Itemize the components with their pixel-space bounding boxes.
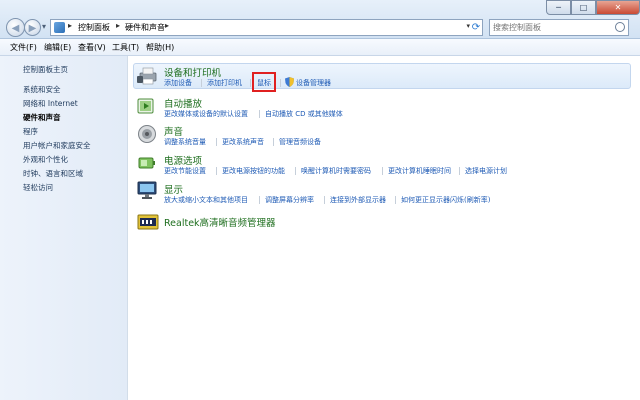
sidebar-item-user-accounts[interactable]: 用户帐户和家庭安全 — [23, 140, 91, 151]
breadcrumb-hardware-sound[interactable]: 硬件和声音 — [125, 22, 165, 33]
link-connect-external-display[interactable]: 连接到外部显示器 — [330, 195, 386, 205]
maximize-button[interactable]: □ — [571, 0, 596, 15]
sound-icon[interactable] — [137, 124, 157, 144]
link-adjust-resolution[interactable]: 调整屏幕分辨率 — [265, 195, 314, 205]
window-titlebar: ─ □ ✕ ◀ ▶ ▾ ▸ 控制面板 ▸ 硬件和声音 ▸ ▾ ⟳ — [0, 0, 640, 39]
realtek-icon[interactable] — [137, 213, 159, 231]
link-power-button-function[interactable]: 更改电源按钮的功能 — [222, 166, 285, 176]
category-title-autoplay[interactable]: 自动播放 — [164, 96, 202, 110]
category-title-power-options[interactable]: 电源选项 — [164, 153, 202, 167]
search-icon[interactable] — [615, 22, 625, 32]
breadcrumb-separator-icon[interactable]: ▸ — [165, 21, 169, 30]
forward-arrow-icon: ▶ — [28, 23, 37, 34]
link-change-media-defaults[interactable]: 更改媒体或设备的默认设置 — [164, 109, 248, 119]
refresh-button[interactable]: ⟳ — [468, 19, 484, 36]
breadcrumb-control-panel[interactable]: 控制面板 — [78, 22, 110, 33]
printer-icon[interactable] — [137, 65, 159, 85]
link-separator — [295, 167, 296, 175]
address-bar[interactable]: ▸ 控制面板 ▸ 硬件和声音 ▸ ▾ — [50, 19, 483, 36]
navigation-pane: 控制面板主页 系统和安全 网络和 Internet 硬件和声音 程序 用户帐户和… — [0, 56, 128, 400]
link-autoplay-cd[interactable]: 自动播放 CD 或其他媒体 — [265, 109, 343, 119]
close-button[interactable]: ✕ — [596, 0, 640, 15]
search-input[interactable] — [493, 21, 611, 34]
sidebar-item-appearance[interactable]: 外观和个性化 — [23, 154, 68, 165]
link-choose-power-plan[interactable]: 选择电源计划 — [465, 166, 507, 176]
link-change-power-saving[interactable]: 更改节能设置 — [164, 166, 206, 176]
link-require-password-wake[interactable]: 唤醒计算机时需要密码 — [301, 166, 371, 176]
control-panel-icon — [54, 22, 65, 33]
breadcrumb-separator-icon[interactable]: ▸ — [68, 21, 72, 30]
menu-help[interactable]: 帮助(H) — [146, 42, 174, 53]
link-separator — [250, 79, 251, 87]
link-separator — [273, 138, 274, 146]
link-separator — [259, 196, 260, 204]
menu-tools[interactable]: 工具(T) — [112, 42, 139, 53]
link-adjust-volume[interactable]: 调整系统音量 — [164, 137, 206, 147]
power-icon[interactable] — [137, 152, 157, 172]
menu-file[interactable]: 文件(F) — [10, 42, 37, 53]
sidebar-item-system-security[interactable]: 系统和安全 — [23, 84, 61, 95]
link-separator — [216, 167, 217, 175]
sidebar-item-hardware-sound: 硬件和声音 — [23, 113, 61, 122]
category-title-realtek-audio-manager[interactable]: Realtek高清晰音频管理器 — [164, 215, 276, 229]
back-button[interactable]: ◀ — [6, 18, 25, 37]
link-separator — [259, 110, 260, 118]
refresh-icon: ⟳ — [471, 22, 481, 33]
recent-pages-dropdown-icon[interactable]: ▾ — [42, 22, 46, 31]
link-add-printer[interactable]: 添加打印机 — [207, 78, 242, 88]
link-separator — [459, 167, 460, 175]
sidebar-item-programs[interactable]: 程序 — [23, 126, 38, 137]
link-separator — [280, 79, 281, 87]
link-fix-monitor-flicker[interactable]: 如何更正显示器闪烁(刷新率) — [401, 195, 490, 205]
link-separator — [395, 196, 396, 204]
minimize-button[interactable]: ─ — [546, 0, 571, 15]
sidebar-item-home[interactable]: 控制面板主页 — [23, 64, 68, 75]
link-manage-audio-devices[interactable]: 管理音频设备 — [279, 137, 321, 147]
display-icon[interactable] — [137, 180, 157, 200]
menu-view[interactable]: 查看(V) — [78, 42, 106, 53]
sidebar-item-clock-language[interactable]: 时钟、语言和区域 — [23, 168, 83, 179]
category-title-sound[interactable]: 声音 — [164, 124, 183, 138]
link-separator — [201, 79, 202, 87]
search-box[interactable] — [489, 19, 629, 36]
main-content: 设备和打印机 添加设备 添加打印机 鼠标 设备管理器 自动播放 更改媒体或设备的… — [128, 56, 640, 400]
link-add-device[interactable]: 添加设备 — [164, 78, 192, 88]
link-device-manager[interactable]: 设备管理器 — [296, 78, 331, 88]
back-arrow-icon: ◀ — [11, 23, 20, 34]
link-change-sleep-time[interactable]: 更改计算机睡眠时间 — [388, 166, 451, 176]
category-title-devices-printers[interactable]: 设备和打印机 — [164, 65, 221, 79]
uac-shield-icon — [285, 77, 294, 87]
category-title-display[interactable]: 显示 — [164, 182, 183, 196]
sidebar-item-ease-of-access[interactable]: 轻松访问 — [23, 182, 53, 193]
link-separator — [216, 138, 217, 146]
forward-button[interactable]: ▶ — [24, 19, 41, 36]
breadcrumb-separator-icon[interactable]: ▸ — [116, 21, 120, 30]
link-mouse[interactable]: 鼠标 — [257, 78, 271, 88]
link-resize-text[interactable]: 放大或缩小文本和其他项目 — [164, 195, 248, 205]
link-separator — [382, 167, 383, 175]
menu-bar: 文件(F) 编辑(E) 查看(V) 工具(T) 帮助(H) — [0, 39, 640, 56]
autoplay-icon[interactable] — [137, 96, 157, 116]
link-change-system-sounds[interactable]: 更改系统声音 — [222, 137, 264, 147]
menu-edit[interactable]: 编辑(E) — [44, 42, 71, 53]
sidebar-item-network[interactable]: 网络和 Internet — [23, 98, 78, 109]
link-separator — [324, 196, 325, 204]
